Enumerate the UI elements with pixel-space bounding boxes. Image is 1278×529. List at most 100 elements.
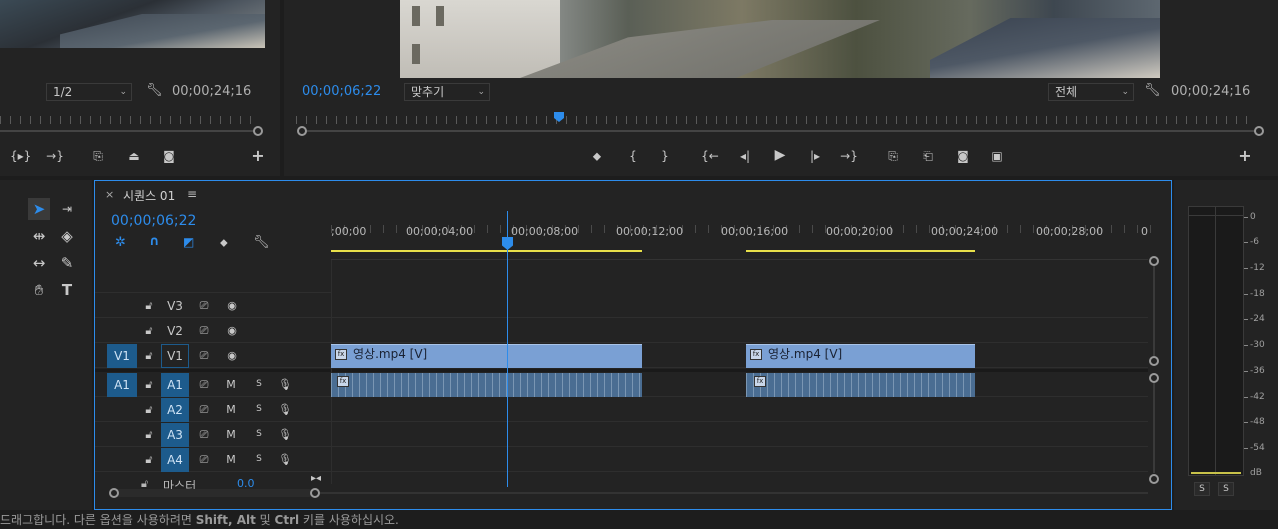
timeline-timecode[interactable]: 00;00;06;22 bbox=[111, 213, 196, 229]
tab-menu-icon[interactable]: ≡ bbox=[187, 187, 197, 201]
program-scrub-bar[interactable] bbox=[302, 130, 1260, 132]
go-to-in-icon[interactable]: →} bbox=[45, 148, 65, 164]
pen-icon[interactable]: ✎ bbox=[56, 252, 78, 274]
source-patch-a1[interactable]: A1 bbox=[107, 373, 137, 397]
hand-icon[interactable]: ✋︎ bbox=[28, 279, 50, 301]
audio-scroll-handle[interactable] bbox=[1149, 373, 1159, 383]
wrench-icon[interactable]: 🔧︎ bbox=[253, 235, 270, 250]
mute-button[interactable]: M bbox=[223, 372, 239, 397]
slip-icon[interactable]: ↔ bbox=[28, 252, 50, 274]
lock-icon[interactable]: 🔓︎ bbox=[141, 318, 157, 343]
extract-icon[interactable]: ⎗ bbox=[918, 148, 938, 164]
track-name[interactable]: A1 bbox=[161, 373, 189, 397]
close-tab-icon[interactable]: × bbox=[105, 188, 114, 201]
go-to-edit-icon[interactable]: ▸◂ bbox=[311, 473, 321, 484]
video-clip[interactable]: fx 영상.mp4 [V] bbox=[746, 344, 975, 368]
camera-icon[interactable]: ◙ bbox=[159, 148, 179, 164]
work-area-bar[interactable] bbox=[746, 250, 975, 252]
lift-icon[interactable]: ⎘ bbox=[883, 148, 903, 164]
program-zoom-handle-left[interactable] bbox=[297, 126, 307, 136]
video-clip[interactable]: fx 영상.mp4 [V] bbox=[331, 344, 642, 368]
microphone-icon[interactable]: 🎙︎ bbox=[277, 372, 293, 397]
solo-button[interactable]: S bbox=[251, 422, 267, 447]
lock-icon[interactable]: 🔓︎ bbox=[141, 372, 157, 397]
mute-button[interactable]: M bbox=[223, 397, 239, 422]
lock-icon[interactable]: 🔓︎ bbox=[141, 397, 157, 422]
mark-in-out-icon[interactable]: {▸} bbox=[10, 148, 31, 164]
sync-lock-icon[interactable]: ⎚ bbox=[195, 372, 213, 397]
export-frame-icon[interactable]: ◙ bbox=[953, 148, 973, 164]
program-timecode[interactable]: 00;00;06;22 bbox=[302, 84, 381, 99]
add-icon[interactable]: + bbox=[1235, 148, 1255, 164]
audio-clip[interactable]: fx bbox=[746, 373, 975, 397]
solo-button[interactable]: S bbox=[251, 372, 267, 397]
work-area-bar[interactable] bbox=[331, 250, 642, 252]
hscroll-handle-left[interactable] bbox=[109, 488, 119, 498]
quality-dropdown[interactable]: 전체 ⌄ bbox=[1048, 83, 1134, 101]
solo-button[interactable]: S bbox=[251, 397, 267, 422]
solo-button[interactable]: S bbox=[251, 447, 267, 472]
snap-magnet-icon[interactable]: ∩ bbox=[149, 234, 160, 249]
eye-icon[interactable]: ◉ bbox=[223, 318, 241, 343]
microphone-icon[interactable]: 🎙︎ bbox=[277, 397, 293, 422]
add-marker-icon[interactable]: ⬥ bbox=[220, 236, 228, 250]
sync-lock-icon[interactable]: ⎚ bbox=[195, 318, 213, 343]
source-zoom-handle[interactable] bbox=[253, 126, 263, 136]
fit-dropdown[interactable]: 맞추기 ⌄ bbox=[404, 83, 490, 101]
master-volume[interactable]: 0.0 bbox=[237, 477, 255, 489]
sync-lock-icon[interactable]: ⎚ bbox=[195, 343, 213, 368]
comparison-view-icon[interactable]: ▣ bbox=[987, 148, 1007, 164]
insert-icon[interactable]: ⎘ bbox=[88, 148, 108, 164]
mark-out-icon[interactable]: } bbox=[655, 148, 675, 164]
ripple-edit-icon[interactable]: ⇹ bbox=[28, 225, 50, 247]
linked-selection-icon[interactable]: ◩ bbox=[183, 235, 194, 249]
wrench-icon[interactable]: 🔧︎ bbox=[146, 83, 163, 98]
add-icon[interactable]: + bbox=[248, 148, 268, 164]
mute-button[interactable]: M bbox=[223, 447, 239, 472]
track-name[interactable]: A3 bbox=[161, 423, 189, 447]
track-name[interactable]: A4 bbox=[161, 448, 189, 472]
eye-icon[interactable]: ◉ bbox=[223, 293, 241, 318]
step-back-icon[interactable]: ◂| bbox=[735, 148, 755, 164]
eye-icon[interactable]: ◉ bbox=[223, 343, 241, 368]
solo-left-button[interactable]: S bbox=[1194, 482, 1210, 496]
lock-icon[interactable]: 🔓︎ bbox=[141, 293, 157, 318]
timeline-hscroll-thumb[interactable] bbox=[113, 489, 313, 497]
track-name[interactable]: V3 bbox=[163, 294, 187, 318]
video-scroll-handle[interactable] bbox=[1149, 256, 1159, 266]
track-name[interactable]: V1 bbox=[161, 344, 189, 368]
time-ruler[interactable]: ;00;00 00;00;04;00 00;00;08;00 00;00;12;… bbox=[331, 211, 1153, 251]
sequence-tab[interactable]: 시퀀스 01 bbox=[123, 187, 175, 204]
mute-button[interactable]: M bbox=[223, 422, 239, 447]
selection-tool-icon[interactable]: ➤ bbox=[28, 198, 50, 220]
track-name[interactable]: A2 bbox=[161, 398, 189, 422]
microphone-icon[interactable]: 🎙︎ bbox=[277, 422, 293, 447]
source-zoom-dropdown[interactable]: 1/2 ⌄ bbox=[46, 83, 132, 101]
source-scrub-bar[interactable] bbox=[0, 130, 256, 132]
solo-right-button[interactable]: S bbox=[1218, 482, 1234, 496]
track-select-forward-icon[interactable]: ⇥ bbox=[56, 198, 78, 220]
razor-icon[interactable]: ◈ bbox=[56, 225, 78, 247]
lock-icon[interactable]: 🔓︎ bbox=[141, 447, 157, 472]
audio-scroll-handle[interactable] bbox=[1149, 474, 1159, 484]
mark-in-icon[interactable]: { bbox=[623, 148, 643, 164]
play-icon[interactable]: ▶ bbox=[770, 147, 790, 163]
add-marker-icon[interactable]: ⬥ bbox=[587, 148, 607, 164]
go-to-out-icon[interactable]: →} bbox=[839, 148, 859, 164]
lock-icon[interactable]: 🔓︎ bbox=[141, 343, 157, 368]
microphone-icon[interactable]: 🎙︎ bbox=[277, 447, 293, 472]
nest-icon[interactable]: ✲ bbox=[115, 235, 126, 250]
step-forward-icon[interactable]: |▸ bbox=[805, 148, 825, 164]
sync-lock-icon[interactable]: ⎚ bbox=[195, 422, 213, 447]
wrench-icon[interactable]: 🔧︎ bbox=[1144, 83, 1161, 98]
go-to-in-icon[interactable]: {← bbox=[700, 148, 720, 164]
sync-lock-icon[interactable]: ⎚ bbox=[195, 447, 213, 472]
sync-lock-icon[interactable]: ⎚ bbox=[195, 397, 213, 422]
type-tool[interactable]: T bbox=[56, 279, 78, 301]
program-zoom-handle-right[interactable] bbox=[1254, 126, 1264, 136]
lock-icon[interactable]: 🔓︎ bbox=[141, 422, 157, 447]
video-scroll-handle[interactable] bbox=[1149, 356, 1159, 366]
track-name[interactable]: V2 bbox=[163, 319, 187, 343]
overwrite-icon[interactable]: ⏏ bbox=[124, 148, 144, 164]
audio-clip[interactable]: fx bbox=[331, 373, 642, 397]
